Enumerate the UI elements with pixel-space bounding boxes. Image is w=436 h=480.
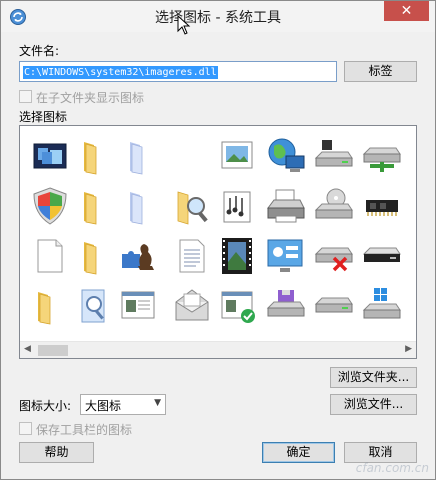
network-drive-icon[interactable] (360, 134, 404, 178)
window-title: 选择图标 - 系统工具 (155, 10, 281, 26)
watermark: cfan.com.cn (309, 453, 429, 475)
mail-envelope-icon[interactable] (170, 284, 214, 328)
partial-icon[interactable] (406, 134, 416, 178)
save-toolbar-checkbox[interactable] (19, 422, 32, 435)
chevron-down-icon: ▼ (154, 398, 161, 408)
save-toolbar-checkbox-label: 保存工具栏的图标 (36, 423, 133, 437)
icon-list[interactable]: ◀ ▶ (19, 125, 417, 359)
control-panel-icon[interactable] (264, 234, 308, 278)
document-stack-icon[interactable] (116, 134, 160, 178)
window-document-icon[interactable] (116, 284, 160, 328)
puzzle-chess-icon[interactable] (116, 234, 160, 278)
folder-icon[interactable] (72, 234, 116, 278)
subfolder-checkbox-label: 在子文件夹显示图标 (36, 91, 145, 105)
text-document-icon[interactable] (170, 234, 214, 278)
mouse-cursor-icon (177, 15, 191, 35)
cd-drive-icon[interactable] (312, 184, 356, 228)
display-screens-icon[interactable] (28, 134, 72, 178)
icon-size-value: 大图标 (85, 399, 122, 413)
windows-drive-icon[interactable] (360, 284, 404, 328)
scroll-right-arrow-icon[interactable]: ▶ (405, 344, 412, 354)
filename-value: C:\WINDOWS\system32\imageres.dll (23, 66, 218, 79)
drive-icon[interactable] (312, 284, 356, 328)
window-check-icon[interactable] (216, 284, 260, 328)
printer-icon[interactable] (264, 184, 308, 228)
picture-frame-icon[interactable] (216, 134, 260, 178)
music-document-icon[interactable] (216, 184, 260, 228)
film-strip-icon[interactable] (216, 234, 260, 278)
blank-document-icon[interactable] (28, 234, 72, 278)
floppy-drive-icon[interactable] (264, 284, 308, 328)
document-stack-icon[interactable] (116, 184, 160, 228)
browse-folder-button[interactable]: 浏览文件夹... (330, 367, 417, 388)
dialog-window: 选择图标 - 系统工具 ✕ 文件名: C:\WINDOWS\system32\i… (0, 0, 436, 480)
folder-icon[interactable] (28, 284, 72, 328)
watermark-text: cfan.com.cn (355, 461, 429, 475)
close-button[interactable]: ✕ (384, 1, 429, 21)
browse-file-button[interactable]: 浏览文件... (330, 394, 417, 415)
subfolder-checkbox[interactable] (19, 90, 32, 103)
drive-icon[interactable] (312, 134, 356, 178)
scrollbar-thumb[interactable] (38, 345, 68, 356)
security-shield-icon[interactable] (28, 184, 72, 228)
help-button[interactable]: 帮助 (19, 442, 94, 463)
filename-label: 文件名: (19, 44, 60, 58)
partial-icon[interactable] (406, 284, 416, 328)
icon-panel-label: 选择图标 (19, 110, 68, 124)
icon-size-label: 图标大小: (19, 399, 72, 413)
search-document-icon[interactable] (72, 284, 116, 328)
folder-icon[interactable] (72, 184, 116, 228)
blank-icon[interactable] (170, 134, 214, 178)
filename-field[interactable]: C:\WINDOWS\system32\imageres.dll (19, 61, 337, 82)
title-bar: 选择图标 - 系统工具 ✕ (1, 1, 435, 35)
folder-icon[interactable] (72, 134, 116, 178)
scroll-left-arrow-icon[interactable]: ◀ (24, 344, 31, 354)
icon-size-select[interactable]: 大图标 ▼ (80, 394, 166, 415)
folder-search-icon[interactable] (170, 184, 214, 228)
drive-error-icon[interactable] (312, 234, 356, 278)
network-globe-icon[interactable] (264, 134, 308, 178)
drive-slim-icon[interactable] (360, 234, 404, 278)
memory-chip-icon[interactable] (360, 184, 404, 228)
horizontal-scrollbar[interactable]: ◀ ▶ (20, 341, 416, 358)
partial-icon[interactable] (406, 234, 416, 278)
tag-button[interactable]: 标签 (344, 61, 417, 82)
